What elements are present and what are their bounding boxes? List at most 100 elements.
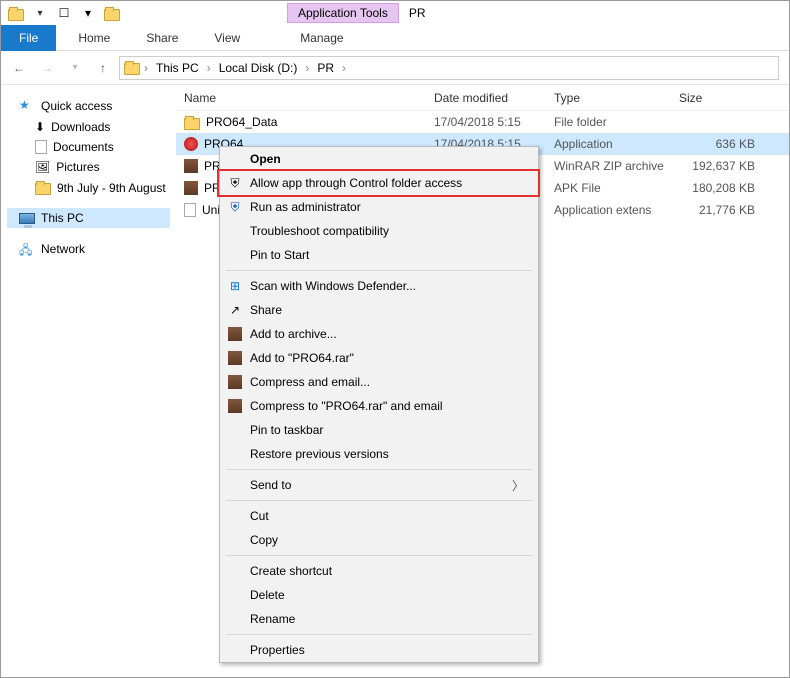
column-name[interactable]: Name <box>184 91 434 105</box>
share-icon: ↗ <box>226 302 244 318</box>
breadcrumb-local-disk[interactable]: Local Disk (D:) <box>215 61 302 75</box>
tree-label: Quick access <box>41 99 112 113</box>
menu-scan-defender[interactable]: ⊞Scan with Windows Defender... <box>220 274 538 298</box>
tree-downloads[interactable]: ⬇ Downloads <box>7 117 170 137</box>
tree-documents[interactable]: Documents <box>7 137 170 157</box>
properties-icon[interactable]: ☐ <box>53 3 75 23</box>
menu-copy[interactable]: Copy <box>220 528 538 552</box>
file-date-cell: 17/04/2018 5:15 <box>434 115 554 129</box>
column-headers: Name Date modified Type Size <box>176 85 789 111</box>
tree-quick-access[interactable]: ★ Quick access <box>7 95 170 117</box>
rar-icon <box>226 350 244 366</box>
menu-separator <box>226 469 532 470</box>
shield-icon: ⛨ <box>226 175 244 191</box>
documents-icon <box>35 140 47 154</box>
menu-separator <box>226 270 532 271</box>
this-pc-icon <box>19 213 35 224</box>
menu-open[interactable]: Open <box>220 147 538 171</box>
titlebar: ▾ ☐ ▾ Application Tools PR <box>1 1 789 25</box>
context-menu: Open ⛨Allow app through Control folder a… <box>219 146 539 663</box>
menu-restore-previous-versions[interactable]: Restore previous versions <box>220 442 538 466</box>
application-icon <box>184 137 198 151</box>
file-type-cell: WinRAR ZIP archive <box>554 159 679 173</box>
forward-button[interactable]: → <box>35 56 59 80</box>
menu-add-to-archive[interactable]: Add to archive... <box>220 322 538 346</box>
chevron-right-icon[interactable]: › <box>140 61 152 75</box>
file-type-cell: Application extens <box>554 203 679 217</box>
folder-icon[interactable] <box>5 3 27 23</box>
breadcrumb-this-pc[interactable]: This PC <box>152 61 203 75</box>
column-type[interactable]: Type <box>554 91 679 105</box>
tree-label: 9th July - 9th August <box>57 181 166 195</box>
navigation-bar: ← → ▾ ↑ › This PC › Local Disk (D:) › PR… <box>1 51 789 85</box>
tab-view[interactable]: View <box>196 25 258 51</box>
menu-compress-to-pro64rar-email[interactable]: Compress to "PRO64.rar" and email <box>220 394 538 418</box>
ribbon-tabs: File Home Share View Manage <box>1 25 789 51</box>
qat-overflow-icon[interactable]: ▾ <box>77 3 99 23</box>
column-size[interactable]: Size <box>679 91 759 105</box>
chevron-right-icon[interactable]: › <box>338 61 350 75</box>
tree-label: This PC <box>41 211 84 225</box>
folder-open-icon[interactable] <box>101 3 123 23</box>
menu-allow-cfa[interactable]: ⛨Allow app through Control folder access <box>220 171 538 195</box>
tree-this-pc[interactable]: This PC <box>7 208 170 228</box>
tree-folder[interactable]: 9th July - 9th August <box>7 177 170 198</box>
folder-icon <box>184 118 200 130</box>
file-type-cell: APK File <box>554 181 679 195</box>
archive-icon <box>184 159 198 173</box>
menu-create-shortcut[interactable]: Create shortcut <box>220 559 538 583</box>
menu-separator <box>226 555 532 556</box>
file-row[interactable]: PRO64_Data17/04/2018 5:15File folder <box>176 111 789 133</box>
network-icon: 🖧 <box>19 241 35 257</box>
quick-access-toolbar: ▾ ☐ ▾ <box>1 3 127 23</box>
archive-icon <box>184 181 198 195</box>
file-name-cell: PRO64_Data <box>184 115 434 130</box>
star-icon: ★ <box>19 98 35 114</box>
rar-icon <box>226 398 244 414</box>
tree-pictures[interactable]: 🖼 Pictures <box>7 157 170 177</box>
file-tab[interactable]: File <box>1 25 56 51</box>
chevron-right-icon[interactable]: › <box>203 61 215 75</box>
menu-send-to[interactable]: Send to〉 <box>220 473 538 497</box>
tab-share[interactable]: Share <box>128 25 196 51</box>
file-type-cell: File folder <box>554 115 679 129</box>
contextual-tab-application-tools[interactable]: Application Tools <box>287 3 399 23</box>
qat-dropdown-icon[interactable]: ▾ <box>29 3 51 23</box>
back-button[interactable]: ← <box>7 56 31 80</box>
menu-pin-to-taskbar[interactable]: Pin to taskbar <box>220 418 538 442</box>
menu-share[interactable]: ↗Share <box>220 298 538 322</box>
tree-label: Pictures <box>56 160 99 174</box>
address-bar[interactable]: › This PC › Local Disk (D:) › PR › <box>119 56 779 80</box>
navigation-pane: ★ Quick access ⬇ Downloads Documents 🖼 P… <box>1 85 176 677</box>
menu-pin-to-start[interactable]: Pin to Start <box>220 243 538 267</box>
rar-icon <box>226 374 244 390</box>
breadcrumb-pr[interactable]: PR <box>313 61 338 75</box>
menu-compress-email[interactable]: Compress and email... <box>220 370 538 394</box>
file-size-cell: 21,776 KB <box>679 203 759 217</box>
tab-home[interactable]: Home <box>60 25 128 51</box>
menu-rename[interactable]: Rename <box>220 607 538 631</box>
up-button[interactable]: ↑ <box>91 56 115 80</box>
menu-run-as-administrator[interactable]: ⛨Run as administrator <box>220 195 538 219</box>
menu-separator <box>226 500 532 501</box>
menu-troubleshoot-compatibility[interactable]: Troubleshoot compatibility <box>220 219 538 243</box>
recent-locations-button[interactable]: ▾ <box>63 56 87 80</box>
shield-icon: ⛨ <box>226 199 244 215</box>
tree-network[interactable]: 🖧 Network <box>7 238 170 260</box>
folder-icon <box>35 183 51 195</box>
menu-add-to-pro64rar[interactable]: Add to "PRO64.rar" <box>220 346 538 370</box>
defender-icon: ⊞ <box>226 278 244 294</box>
rar-icon <box>226 326 244 342</box>
window-title: PR <box>409 6 426 20</box>
folder-icon <box>124 60 140 76</box>
tab-manage[interactable]: Manage <box>282 25 361 51</box>
chevron-right-icon: 〉 <box>512 477 524 494</box>
file-size-cell: 180,208 KB <box>679 181 759 195</box>
menu-properties[interactable]: Properties <box>220 638 538 662</box>
tree-label: Downloads <box>51 120 110 134</box>
menu-separator <box>226 634 532 635</box>
chevron-right-icon[interactable]: › <box>301 61 313 75</box>
column-date[interactable]: Date modified <box>434 91 554 105</box>
menu-cut[interactable]: Cut <box>220 504 538 528</box>
menu-delete[interactable]: Delete <box>220 583 538 607</box>
